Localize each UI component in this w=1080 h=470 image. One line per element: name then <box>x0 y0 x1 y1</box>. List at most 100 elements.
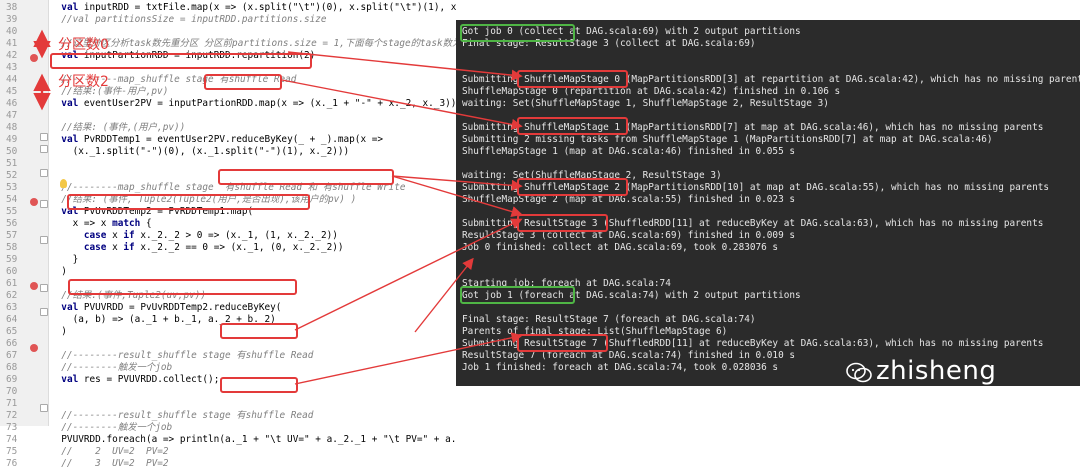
fold-icon[interactable] <box>40 404 48 412</box>
line-number: 68 <box>6 362 18 373</box>
code-text: //val partitionsSize = inputRDD.partitio… <box>50 14 327 25</box>
code-line[interactable]: 68 //--------触发一个job <box>0 362 456 374</box>
line-number: 65 <box>6 326 18 337</box>
console-line: Submitting 2 missing tasks from ShuffleM… <box>462 134 993 145</box>
line-number: 60 <box>6 266 18 277</box>
code-line[interactable]: 59 } <box>0 254 456 266</box>
watermark-text: zhisheng <box>876 356 997 386</box>
code-line[interactable]: 75 // 2 UV=2 PV=2 <box>0 446 456 458</box>
code-line[interactable]: 63 val PVUVRDD = PvUvRDDTemp2.reduceByKe… <box>0 302 456 314</box>
fold-icon[interactable] <box>40 145 48 153</box>
fold-icon[interactable] <box>40 284 48 292</box>
code-line[interactable]: 48 //结果: (事件,(用户,pv)) <box>0 122 456 134</box>
line-number: 39 <box>6 14 18 25</box>
highlight-box-job0 <box>460 24 575 42</box>
code-text: x => x match { <box>50 218 152 229</box>
highlight-box-repartition <box>50 53 312 69</box>
fold-icon[interactable] <box>40 236 48 244</box>
line-number: 45 <box>6 86 18 97</box>
breakpoint-icon[interactable] <box>30 54 38 62</box>
code-line[interactable]: 74 PVUVRDD.foreach(a => println(a._1 + "… <box>0 434 456 446</box>
code-text: PVUVRDD.foreach(a => println(a._1 + "\t … <box>50 434 456 445</box>
line-number: 47 <box>6 110 18 121</box>
code-text: (x._1.split("-")(0), (x._1.split("-")(1)… <box>50 146 350 157</box>
code-line[interactable]: 56 x => x match { <box>0 218 456 230</box>
fold-icon[interactable] <box>40 133 48 141</box>
line-number: 66 <box>6 338 18 349</box>
line-number: 74 <box>6 434 18 445</box>
line-number: 70 <box>6 386 18 397</box>
code-text: val inputRDD = txtFile.map(x => (x.split… <box>61 2 456 13</box>
code-text: //--------触发一个job <box>50 362 173 373</box>
line-number: 76 <box>6 458 18 469</box>
code-line[interactable]: 49 val PvRDDTemp1 = eventUser2PV.reduceB… <box>0 134 456 146</box>
code-text: // 3 UV=2 PV=2 <box>50 458 169 469</box>
code-line[interactable]: 66 <box>0 338 456 350</box>
highlight-box-pvuvrdd <box>68 279 297 295</box>
code-line[interactable]: 58 case x if x._2._2 == 0 => (x._1, (0, … <box>0 242 456 254</box>
code-line[interactable]: 57 case x if x._2._2 > 0 => (x._1, (1, x… <box>0 230 456 242</box>
code-line[interactable]: 47 <box>0 110 456 122</box>
code-text: case x if x._2._2 == 0 => (x._1, (0, x._… <box>83 242 344 253</box>
line-number: 48 <box>6 122 18 133</box>
highlight-box-job1 <box>460 286 575 304</box>
fold-icon[interactable] <box>40 169 48 177</box>
code-text: // 2 UV=2 PV=2 <box>50 446 169 457</box>
highlight-box-resultstage3 <box>517 214 608 232</box>
code-line[interactable]: 73 //--------触发一个job <box>0 422 456 434</box>
breakpoint-icon[interactable] <box>30 198 38 206</box>
highlight-box-shufflemapstage1 <box>517 117 628 135</box>
highlight-box-result-shuffle-2 <box>220 377 298 393</box>
code-text: val eventUser2PV = inputPartionRDD.map(x… <box>61 98 456 109</box>
line-number: 52 <box>6 170 18 181</box>
code-line[interactable]: 72 //--------result_shuffle stage 有shuff… <box>0 410 456 422</box>
breakpoint-icon[interactable] <box>30 282 38 290</box>
line-number: 75 <box>6 446 18 457</box>
code-line[interactable]: 76 // 3 UV=2 PV=2 <box>0 458 456 470</box>
code-line[interactable]: 39 //val partitionsSize = inputRDD.parti… <box>0 14 456 26</box>
line-number: 46 <box>6 98 18 109</box>
line-number: 57 <box>6 230 18 241</box>
code-line[interactable]: 71 <box>0 398 456 410</box>
code-line[interactable]: 60 ) <box>0 266 456 278</box>
highlight-box-result-shuffle-1 <box>220 323 298 339</box>
line-number: 58 <box>6 242 18 253</box>
code-text: ) <box>50 266 67 277</box>
breakpoint-icon[interactable] <box>30 344 38 352</box>
code-text: //--------result_shuffle stage 有shuffle … <box>50 410 314 421</box>
wechat-icon <box>846 362 872 383</box>
line-number: 51 <box>6 158 18 169</box>
line-number: 67 <box>6 350 18 361</box>
code-line[interactable]: 46 val eventUser2PV = inputPartionRDD.ma… <box>0 98 456 110</box>
line-number: 71 <box>6 398 18 409</box>
code-line[interactable]: 50 (x._1.split("-")(0), (x._1.split("-")… <box>0 146 456 158</box>
code-text: //--------result_shuffle stage 有shuffle … <box>50 350 314 361</box>
line-number: 73 <box>6 422 18 433</box>
line-number: 59 <box>6 254 18 265</box>
line-number: 69 <box>6 374 18 385</box>
code-text: val PvRDDTemp1 = eventUser2PV.reduceByKe… <box>61 134 384 145</box>
line-number: 64 <box>6 314 18 325</box>
code-line[interactable]: 67 //--------result_shuffle stage 有shuff… <box>0 350 456 362</box>
highlight-box-shufflemapstage0 <box>517 70 628 88</box>
fold-icon[interactable] <box>40 200 48 208</box>
code-text: ) <box>50 326 67 337</box>
line-number: 53 <box>6 182 18 193</box>
line-number: 38 <box>6 2 18 13</box>
console-line: Job 0 finished: collect at DAG.scala:69,… <box>462 242 779 253</box>
line-number: 41 <box>6 38 18 49</box>
line-number: 62 <box>6 290 18 301</box>
lightbulb-icon[interactable] <box>60 179 67 188</box>
line-number: 61 <box>6 278 18 289</box>
line-number: 54 <box>6 194 18 205</box>
highlight-box-shuffle-read-write <box>218 169 394 185</box>
code-line[interactable]: 38 val inputRDD = txtFile.map(x => (x.sp… <box>0 2 456 14</box>
fold-icon[interactable] <box>40 308 48 316</box>
line-number: 55 <box>6 206 18 217</box>
code-text: //--------触发一个job <box>50 422 173 433</box>
highlight-box-shuffle-read <box>204 74 282 90</box>
line-number: 42 <box>6 50 18 61</box>
